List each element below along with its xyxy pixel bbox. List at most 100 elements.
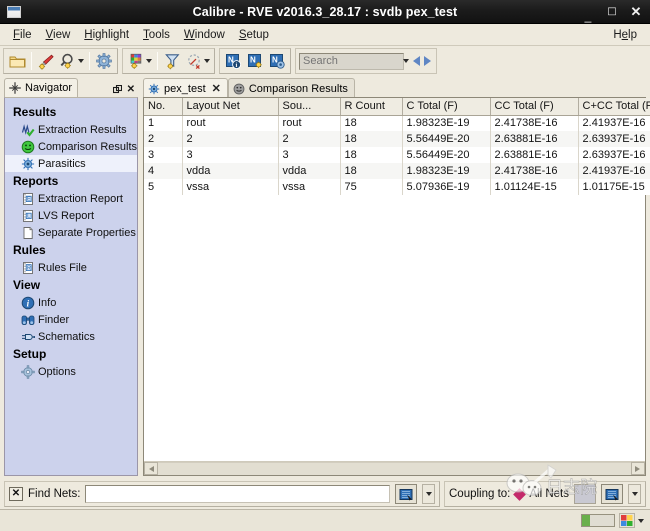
scroll-left-button[interactable] bbox=[144, 462, 159, 475]
sidebar-item-extraction-report[interactable]: E Extraction Report bbox=[5, 190, 137, 207]
coupling-to-value[interactable]: All Nets bbox=[529, 488, 569, 500]
zoom-highlight-icon[interactable] bbox=[57, 50, 79, 72]
net-info-icon[interactable]: N i bbox=[222, 50, 244, 72]
parasitics-icon bbox=[21, 157, 35, 171]
find-nets-dropdown[interactable] bbox=[422, 484, 435, 504]
minimize-button[interactable]: _ bbox=[582, 10, 594, 22]
results-tab-row: pex_test ✕ Comparison Results bbox=[143, 78, 646, 98]
sidebar-item-info[interactable]: i Info bbox=[5, 294, 137, 311]
main-toolbar: N i N N bbox=[0, 46, 650, 76]
find-nets-input[interactable] bbox=[85, 485, 390, 503]
gear-icon[interactable] bbox=[93, 50, 115, 72]
tab-label: pex_test bbox=[164, 82, 206, 95]
undock-icon[interactable] bbox=[112, 85, 122, 94]
svg-text:E: E bbox=[27, 196, 31, 202]
chevron-down-icon[interactable] bbox=[403, 59, 409, 63]
table-horizontal-scrollbar[interactable] bbox=[144, 461, 645, 475]
filter-highlight-icon[interactable] bbox=[161, 50, 183, 72]
column-header-r-count[interactable]: R Count bbox=[340, 98, 403, 116]
cell-c-plus-cc-total: 2.63937E-16 bbox=[578, 147, 650, 163]
clear-highlight-icon[interactable] bbox=[183, 50, 205, 72]
column-header-no[interactable]: No. bbox=[144, 98, 183, 116]
diamond-marker bbox=[513, 487, 527, 501]
finder-icon bbox=[21, 313, 35, 327]
toolbar-separator bbox=[157, 52, 158, 70]
column-header-layout-net[interactable]: Layout Net bbox=[182, 98, 279, 116]
cell-r-count: 18 bbox=[340, 115, 403, 131]
taskbar-dropdown[interactable] bbox=[638, 518, 644, 523]
menu-tools[interactable]: Tools bbox=[136, 27, 177, 43]
close-button[interactable]: ✕ bbox=[630, 5, 642, 18]
sidebar-item-schematics[interactable]: Schematics bbox=[5, 328, 137, 345]
coupling-net-pick-icon[interactable] bbox=[601, 484, 623, 504]
cell-source-net: vdda bbox=[278, 163, 341, 179]
tab-comparison-results[interactable]: Comparison Results bbox=[227, 78, 355, 98]
next-arrow-icon[interactable] bbox=[424, 56, 431, 66]
app-icon[interactable] bbox=[619, 513, 635, 528]
close-icon[interactable]: ✕ bbox=[212, 82, 221, 95]
info-icon: i bbox=[21, 296, 35, 310]
cell-r-count: 75 bbox=[340, 179, 403, 195]
svg-text:L: L bbox=[27, 213, 30, 219]
scroll-right-button[interactable] bbox=[630, 462, 645, 475]
toolbar-group-nets: N i N N bbox=[219, 48, 291, 74]
navigator-tab[interactable]: Navigator bbox=[4, 78, 79, 97]
sidebar-item-parasitics[interactable]: Parasitics bbox=[5, 155, 138, 172]
menu-help[interactable]: Help bbox=[606, 27, 644, 43]
sidebar-item-options[interactable]: Options bbox=[5, 363, 137, 380]
work-area: Navigator ✕ Results Extraction Results C… bbox=[0, 76, 650, 476]
sidebar-item-label: Finder bbox=[38, 313, 70, 326]
cell-c-total: 5.07936E-19 bbox=[402, 179, 491, 195]
sidebar-item-label: Schematics bbox=[38, 330, 95, 343]
close-icon[interactable]: ✕ bbox=[127, 84, 135, 95]
results-panel: pex_test ✕ Comparison Results No. Layout… bbox=[143, 78, 650, 476]
table-row[interactable]: 5 vssa vssa 75 5.07936E-19 1.01124E-15 1… bbox=[144, 179, 650, 195]
net-pick-icon[interactable] bbox=[395, 484, 417, 504]
highlighter-icon[interactable] bbox=[35, 50, 57, 72]
sidebar-item-comparison-results[interactable]: Comparison Results bbox=[5, 138, 137, 155]
column-header-source-net[interactable]: Sou... bbox=[278, 98, 341, 116]
sidebar-item-label: Comparison Results bbox=[38, 140, 138, 153]
open-folder-icon[interactable] bbox=[6, 50, 28, 72]
menu-setup[interactable]: Setup bbox=[232, 27, 276, 43]
extraction-report-icon: E bbox=[21, 192, 35, 206]
coupling-dropdown[interactable] bbox=[628, 484, 641, 504]
coupling-swatch[interactable] bbox=[574, 484, 596, 504]
column-header-c-total[interactable]: C Total (F) bbox=[402, 98, 491, 116]
column-header-cc-total[interactable]: CC Total (F) bbox=[490, 98, 579, 116]
cell-cc-total: 2.41738E-16 bbox=[490, 163, 579, 179]
sidebar-item-separate-properties[interactable]: Separate Properties bbox=[5, 224, 137, 241]
table-row[interactable]: 1 rout rout 18 1.98323E-19 2.41738E-16 2… bbox=[144, 115, 650, 131]
extraction-results-icon bbox=[21, 123, 35, 137]
schematics-icon bbox=[21, 330, 35, 344]
table-row[interactable]: 4 vdda vdda 18 1.98323E-19 2.41738E-16 2… bbox=[144, 163, 650, 179]
menu-window[interactable]: Window bbox=[177, 27, 232, 43]
cell-r-count: 18 bbox=[340, 131, 403, 147]
sidebar-item-lvs-report[interactable]: L LVS Report bbox=[5, 207, 137, 224]
net-settings-icon[interactable]: N bbox=[266, 50, 288, 72]
menu-highlight[interactable]: Highlight bbox=[77, 27, 136, 43]
sidebar-item-label: Separate Properties bbox=[38, 226, 136, 239]
scroll-track[interactable] bbox=[158, 462, 631, 475]
sidebar-item-rules-file[interactable]: R Rules File bbox=[5, 259, 137, 276]
prev-arrow-icon[interactable] bbox=[413, 56, 420, 66]
table-row[interactable]: 2 2 2 18 5.56449E-20 2.63881E-16 2.63937… bbox=[144, 131, 650, 147]
navigator-tree: Results Extraction Results Comparison Re… bbox=[4, 97, 139, 476]
menu-view[interactable]: View bbox=[39, 27, 78, 43]
net-highlight-icon[interactable]: N bbox=[244, 50, 266, 72]
tab-pex-test[interactable]: pex_test ✕ bbox=[143, 78, 228, 98]
column-header-c-plus-cc-total[interactable]: C+CC Total (F) bbox=[578, 98, 650, 116]
table-row[interactable]: 3 3 3 18 5.56449E-20 2.63881E-16 2.63937… bbox=[144, 147, 650, 163]
calibre-rve-window: Calibre - RVE v2016.3_28.17 : svdb pex_t… bbox=[0, 0, 650, 531]
menu-file[interactable]: FFileile bbox=[6, 27, 39, 43]
sidebar-item-finder[interactable]: Finder bbox=[5, 311, 137, 328]
rules-file-icon: R bbox=[21, 261, 35, 275]
palette-highlight-icon[interactable] bbox=[125, 50, 147, 72]
maximize-button[interactable]: □ bbox=[606, 6, 618, 18]
close-find-bar-button[interactable]: ✕ bbox=[9, 487, 23, 501]
sidebar-item-extraction-results[interactable]: Extraction Results bbox=[5, 121, 137, 138]
sidebar-item-label: LVS Report bbox=[38, 209, 95, 222]
search-input[interactable] bbox=[299, 52, 404, 70]
cell-source-net: vssa bbox=[278, 179, 341, 195]
cell-layout-net: 3 bbox=[182, 147, 279, 163]
